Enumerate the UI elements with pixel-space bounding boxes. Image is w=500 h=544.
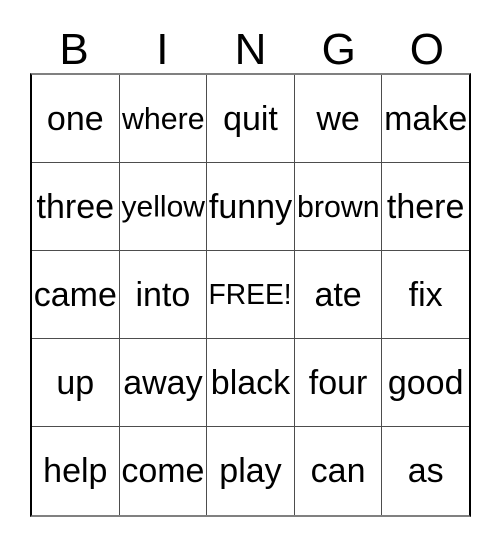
bingo-row: help come play can as [32,427,469,515]
bingo-cell-label: come [121,452,205,490]
bingo-cell-label: three [36,187,115,226]
bingo-cell-label: we [316,99,360,138]
bingo-cell-label: make [384,99,468,138]
bingo-cell[interactable]: came [32,251,120,338]
bingo-cell-label: away [123,363,203,402]
bingo-cell-label: can [310,452,366,490]
bingo-cell[interactable]: funny [207,163,295,250]
bingo-row: came into FREE! ate fix [32,251,469,339]
bingo-header-row: B I N G O [30,20,471,73]
bingo-cell-label: four [308,363,368,402]
bingo-cell[interactable]: there [382,163,469,250]
bingo-cell[interactable]: four [295,339,383,426]
bingo-cell[interactable]: away [120,339,208,426]
bingo-cell[interactable]: quit [207,75,295,162]
bingo-cell[interactable]: as [382,427,469,515]
bingo-cell-label: quit [223,99,278,138]
bingo-cell[interactable]: good [382,339,469,426]
bingo-cell-label: into [135,275,191,314]
bingo-header-letter-o: O [409,25,445,74]
bingo-row: up away black four good [32,339,469,427]
bingo-free-space-cell[interactable]: FREE! [207,251,295,338]
bingo-cell[interactable]: fix [382,251,469,338]
bingo-cell-label: brown [296,189,380,224]
bingo-cell-label: where [121,101,205,136]
bingo-cell[interactable]: one [32,75,120,162]
bingo-cell[interactable]: come [120,427,208,515]
bingo-cell-label: ate [314,275,362,314]
bingo-card: B I N G O one where quit we make three y… [30,20,471,517]
bingo-cell-label: there [386,187,465,226]
bingo-cell-label: came [33,275,117,314]
bingo-cell[interactable]: play [207,427,295,515]
bingo-cell[interactable]: up [32,339,120,426]
bingo-grid: one where quit we make three yellow funn… [30,73,471,517]
bingo-cell[interactable]: black [207,339,295,426]
bingo-cell-label: yellow [121,189,205,224]
bingo-row: three yellow funny brown there [32,163,469,251]
bingo-cell[interactable]: we [295,75,383,162]
bingo-cell-label: good [387,363,464,402]
bingo-cell-label: as [407,452,444,490]
bingo-cell-label: up [56,363,95,402]
bingo-cell-label: help [43,452,108,490]
bingo-row: one where quit we make [32,75,469,163]
bingo-cell[interactable]: where [120,75,208,162]
bingo-header-letter-i: I [156,25,169,74]
bingo-cell[interactable]: make [382,75,469,162]
bingo-cell-label: play [219,452,282,490]
bingo-cell-label: black [210,363,291,402]
bingo-header-letter-n: N [234,25,267,74]
bingo-cell[interactable]: brown [295,163,383,250]
bingo-cell-label: funny [208,187,293,226]
bingo-cell-label: one [46,99,104,138]
bingo-cell[interactable]: can [295,427,383,515]
bingo-free-space-label: FREE! [208,278,293,311]
bingo-cell[interactable]: ate [295,251,383,338]
bingo-cell[interactable]: three [32,163,120,250]
bingo-cell[interactable]: into [120,251,208,338]
bingo-header-letter-b: B [59,25,89,74]
bingo-cell-label: fix [408,275,443,314]
bingo-cell[interactable]: help [32,427,120,515]
bingo-cell[interactable]: yellow [120,163,208,250]
bingo-header-letter-g: G [321,25,356,74]
